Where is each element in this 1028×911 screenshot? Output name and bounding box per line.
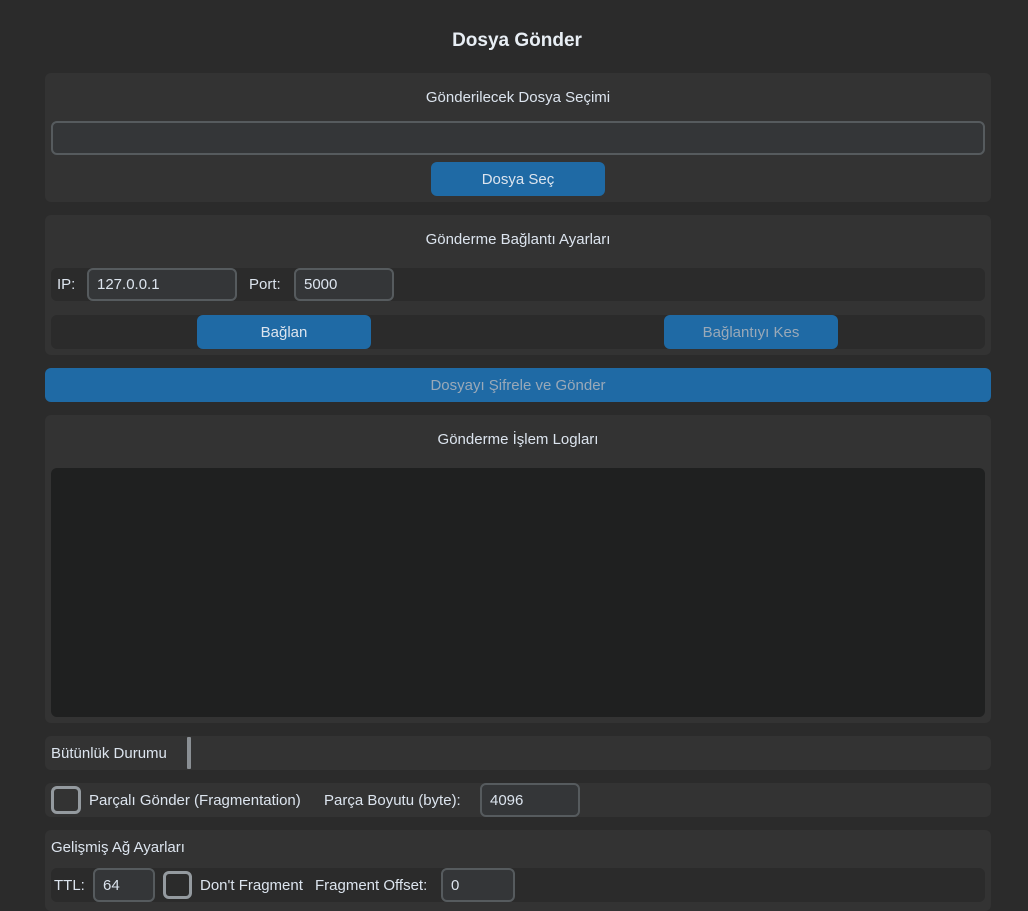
integrity-label: Bütünlük Durumu xyxy=(51,744,167,762)
encrypt-and-send-button[interactable]: Dosyayı Şifrele ve Gönder xyxy=(45,368,991,402)
integrity-progress-bar xyxy=(187,737,191,769)
fragment-size-label: Parça Boyutu (byte): xyxy=(324,791,461,809)
dont-fragment-checkbox[interactable] xyxy=(163,871,192,899)
log-textbox[interactable] xyxy=(51,468,985,717)
select-file-button[interactable]: Dosya Seç xyxy=(431,162,605,196)
file-section-title: Gönderilecek Dosya Seçimi xyxy=(425,89,611,106)
log-frame: Gönderme İşlem Logları xyxy=(45,415,991,723)
fragmentation-checkbox[interactable] xyxy=(51,786,81,814)
integrity-frame: Bütünlük Durumu xyxy=(45,736,991,770)
log-section-title: Gönderme İşlem Logları xyxy=(437,431,599,448)
address-row: IP: 127.0.0.1 Port: 5000 xyxy=(51,268,985,301)
advanced-settings-frame: Gelişmiş Ağ Ayarları TTL: 64 Don't Fragm… xyxy=(45,830,991,911)
connection-section-title: Gönderme Bağlantı Ayarları xyxy=(425,231,611,248)
ip-label: IP: xyxy=(57,276,76,293)
fragment-size-input[interactable]: 4096 xyxy=(480,783,580,817)
dont-fragment-label[interactable]: Don't Fragment xyxy=(200,868,303,902)
send-file-window: Dosya Gönder Gönderilecek Dosya Seçimi D… xyxy=(0,0,1028,911)
page-title: Dosya Gönder xyxy=(452,30,582,51)
fragmentation-checkbox-label[interactable]: Parçalı Gönder (Fragmentation) xyxy=(89,783,301,817)
port-label: Port: xyxy=(249,276,281,293)
fragment-offset-input[interactable]: 0 xyxy=(441,868,515,902)
ttl-label: TTL: xyxy=(54,876,85,894)
file-selection-frame: Gönderilecek Dosya Seçimi Dosya Seç xyxy=(45,73,991,202)
port-input[interactable]: 5000 xyxy=(294,268,394,301)
fragmentation-frame: Parçalı Gönder (Fragmentation) Parça Boy… xyxy=(45,783,991,817)
advanced-section-title: Gelişmiş Ağ Ayarları xyxy=(51,838,185,856)
ttl-input[interactable]: 64 xyxy=(93,868,155,902)
advanced-row: TTL: 64 Don't Fragment Fragment Offset: … xyxy=(51,868,985,902)
ip-input[interactable]: 127.0.0.1 xyxy=(87,268,237,301)
connection-settings-frame: Gönderme Bağlantı Ayarları IP: 127.0.0.1… xyxy=(45,215,991,355)
file-path-input[interactable] xyxy=(51,121,985,155)
disconnect-button[interactable]: Bağlantıyı Kes xyxy=(664,315,838,349)
fragment-offset-label: Fragment Offset: xyxy=(315,876,428,894)
connect-button[interactable]: Bağlan xyxy=(197,315,371,349)
connection-buttons-row: Bağlan Bağlantıyı Kes xyxy=(51,315,985,349)
